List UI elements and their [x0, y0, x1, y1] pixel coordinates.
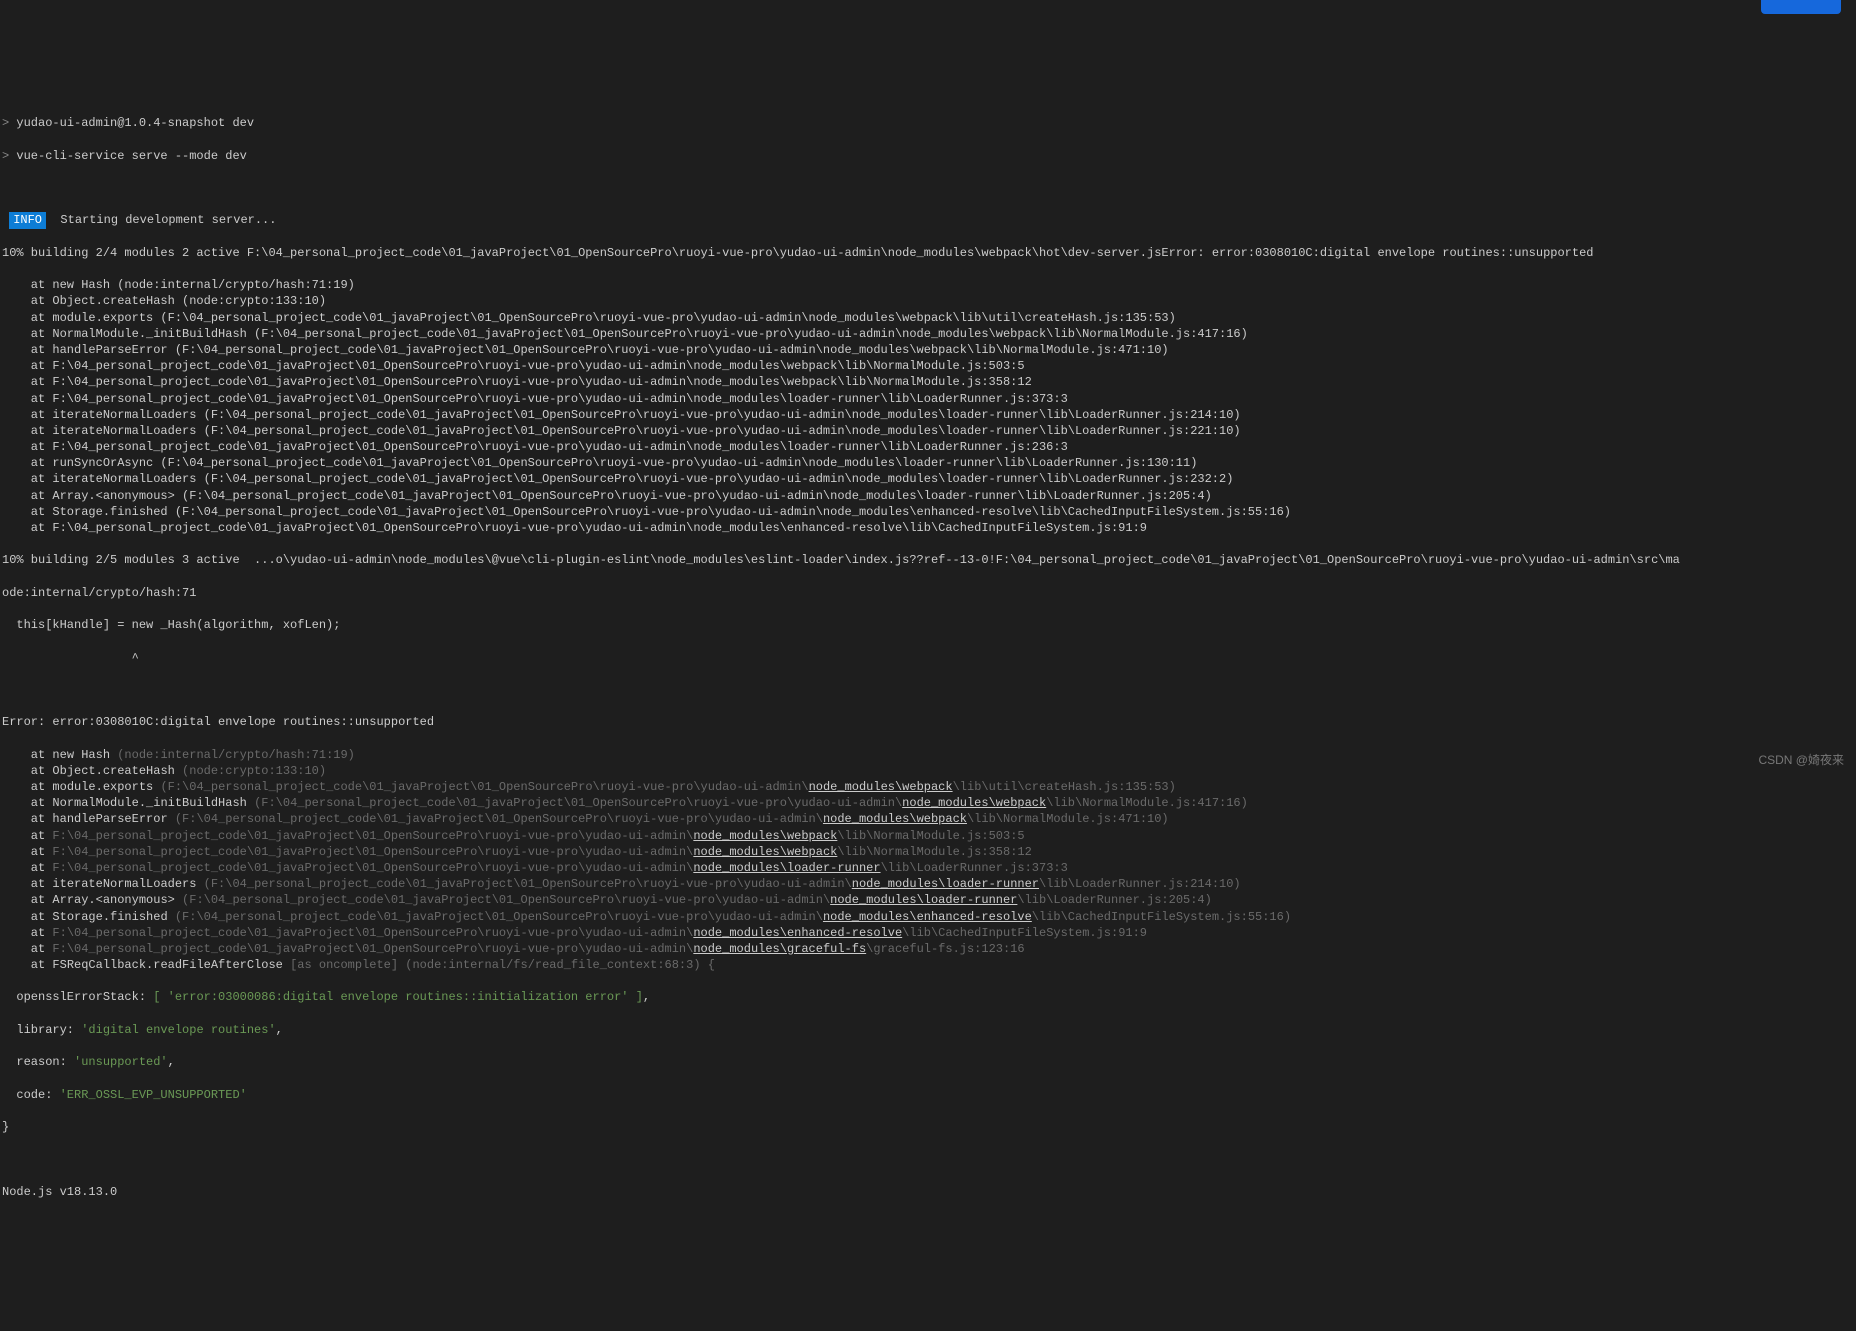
stack-trace-line: at iterateNormalLoaders (F:\04_personal_…	[2, 423, 1854, 439]
stack-trace-line: at F:\04_personal_project_code\01_javaPr…	[2, 358, 1854, 374]
stack-trace-line: at iterateNormalLoaders (F:\04_personal_…	[2, 876, 1854, 892]
info-tag: INFO	[9, 212, 46, 228]
stack-trace-line: at Storage.finished (F:\04_personal_proj…	[2, 909, 1854, 925]
blank-line	[2, 180, 1854, 196]
stack-trace-line: at Array.<anonymous> (F:\04_personal_pro…	[2, 488, 1854, 504]
build-progress-2: 10% building 2/5 modules 3 active ...o\y…	[2, 552, 1854, 568]
stack-trace-line: at F:\04_personal_project_code\01_javaPr…	[2, 844, 1854, 860]
error-title: Error: error:0308010C:digital envelope r…	[2, 714, 1854, 730]
terminal-output[interactable]: > yudao-ui-admin@1.0.4-snapshot dev > vu…	[2, 99, 1854, 1216]
stack-trace-line: at Storage.finished (F:\04_personal_proj…	[2, 504, 1854, 520]
top-right-button[interactable]	[1761, 0, 1841, 14]
info-line: INFO Starting development server...	[2, 212, 1854, 228]
stack-trace-line: at Object.createHash (node:crypto:133:10…	[2, 293, 1854, 309]
stack-trace-line: at NormalModule._initBuildHash (F:\04_pe…	[2, 795, 1854, 811]
prompt-line-1: > yudao-ui-admin@1.0.4-snapshot dev	[2, 115, 1854, 131]
err-reason: reason: 'unsupported',	[2, 1054, 1854, 1070]
stack-trace-line: at iterateNormalLoaders (F:\04_personal_…	[2, 471, 1854, 487]
stack-trace-line: at handleParseError (F:\04_personal_proj…	[2, 342, 1854, 358]
err-close: }	[2, 1119, 1854, 1135]
build-caret-line: ^	[2, 650, 1854, 666]
stack-trace-line: at F:\04_personal_project_code\01_javaPr…	[2, 374, 1854, 390]
watermark: CSDN @婍夜来	[1758, 752, 1844, 768]
stack-trace-line: at new Hash (node:internal/crypto/hash:7…	[2, 277, 1854, 293]
err-library: library: 'digital envelope routines',	[2, 1022, 1854, 1038]
blank-line-2	[2, 682, 1854, 698]
prompt-line-2: > vue-cli-service serve --mode dev	[2, 148, 1854, 164]
stack-trace-line: at F:\04_personal_project_code\01_javaPr…	[2, 860, 1854, 876]
stack-trace-line: at handleParseError (F:\04_personal_proj…	[2, 811, 1854, 827]
node-version: Node.js v18.13.0	[2, 1184, 1854, 1200]
stack-trace-line: at NormalModule._initBuildHash (F:\04_pe…	[2, 326, 1854, 342]
stack-trace-line: at F:\04_personal_project_code\01_javaPr…	[2, 941, 1854, 957]
stack-trace-line: at Array.<anonymous> (F:\04_personal_pro…	[2, 892, 1854, 908]
stack-trace-line: at runSyncOrAsync (F:\04_personal_projec…	[2, 455, 1854, 471]
err-openssl: opensslErrorStack: [ 'error:03000086:dig…	[2, 989, 1854, 1005]
build-progress-1: 10% building 2/4 modules 2 active F:\04_…	[2, 245, 1854, 261]
stack-trace-line: at iterateNormalLoaders (F:\04_personal_…	[2, 407, 1854, 423]
stack-trace-line: at module.exports (F:\04_personal_projec…	[2, 310, 1854, 326]
blank-line-3	[2, 1151, 1854, 1167]
stack-trace-line: at Object.createHash (node:crypto:133:10…	[2, 763, 1854, 779]
stack-trace-line: at F:\04_personal_project_code\01_javaPr…	[2, 828, 1854, 844]
stack-trace-line: at F:\04_personal_project_code\01_javaPr…	[2, 925, 1854, 941]
stack-trace-2: at new Hash (node:internal/crypto/hash:7…	[2, 747, 1854, 974]
build-crypto-line: ode:internal/crypto/hash:71	[2, 585, 1854, 601]
stack-trace-line: at F:\04_personal_project_code\01_javaPr…	[2, 520, 1854, 536]
stack-trace-line: at FSReqCallback.readFileAfterClose [as …	[2, 957, 1854, 973]
stack-trace-line: at F:\04_personal_project_code\01_javaPr…	[2, 439, 1854, 455]
stack-trace-line: at module.exports (F:\04_personal_projec…	[2, 779, 1854, 795]
stack-trace-1: at new Hash (node:internal/crypto/hash:7…	[2, 277, 1854, 536]
err-code: code: 'ERR_OSSL_EVP_UNSUPPORTED'	[2, 1087, 1854, 1103]
build-code-line: this[kHandle] = new _Hash(algorithm, xof…	[2, 617, 1854, 633]
stack-trace-line: at F:\04_personal_project_code\01_javaPr…	[2, 391, 1854, 407]
stack-trace-line: at new Hash (node:internal/crypto/hash:7…	[2, 747, 1854, 763]
